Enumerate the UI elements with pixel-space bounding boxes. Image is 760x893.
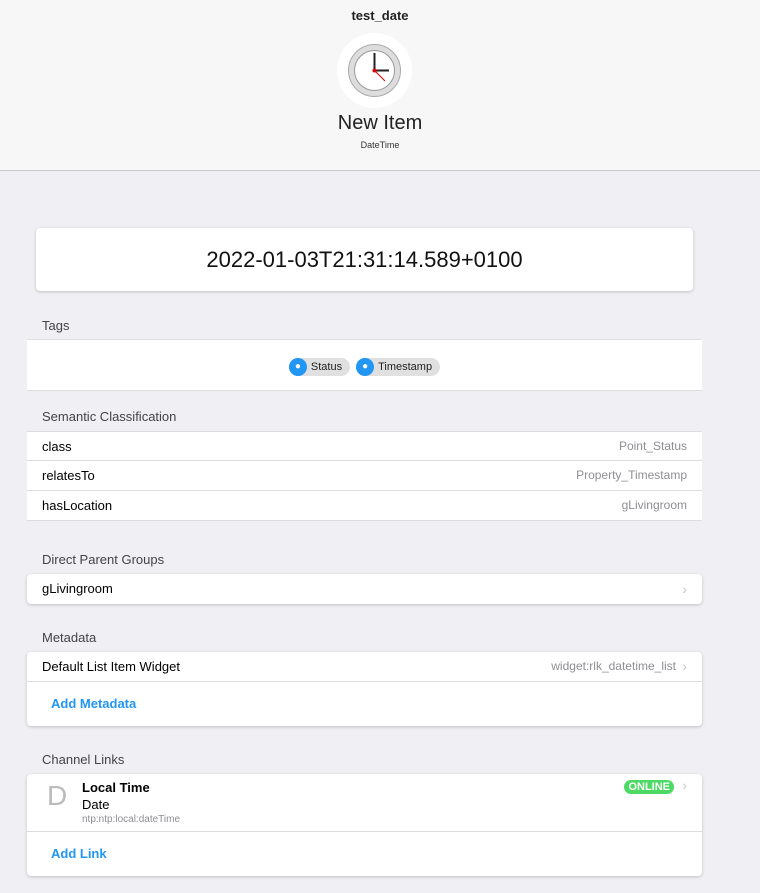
- tag-icon: ●: [356, 357, 375, 376]
- channel-uid: ntp:ntp:local:dateTime: [82, 814, 181, 825]
- channel-title: Local Time: [82, 780, 150, 795]
- semantic-value: Point_Status: [618, 439, 687, 453]
- item-label: New Item: [337, 112, 423, 134]
- parent-group-item[interactable]: gLivingroom ›: [27, 574, 702, 604]
- parents-heading: Direct Parent Groups: [42, 552, 165, 567]
- chevron-right-icon: ›: [682, 581, 687, 597]
- tags-list: ● Status ● Timestamp: [27, 339, 702, 391]
- metadata-heading: Metadata: [42, 630, 97, 645]
- channel-links-card: D Local Time Date ntp:ntp:local:dateTime…: [27, 774, 702, 876]
- chevron-right-icon: ›: [682, 658, 687, 674]
- status-badge: ONLINE: [624, 780, 674, 794]
- semantic-key: class: [42, 439, 72, 454]
- metadata-row[interactable]: Default List Item Widget widget:rlk_datet…: [27, 652, 702, 682]
- parent-group-label: gLivingroom: [42, 581, 113, 596]
- state-card[interactable]: 2022-01-03T21:31:14.589+0100: [36, 228, 693, 291]
- tag-icon: ●: [288, 357, 307, 376]
- semantic-heading: Semantic Classification: [42, 409, 177, 424]
- channel-subtitle: Date: [82, 797, 110, 812]
- semantic-key: relatesTo: [42, 468, 95, 483]
- page-title: test_date: [351, 8, 409, 23]
- tag-label: Status: [310, 360, 343, 373]
- clock-icon: [337, 33, 412, 108]
- semantic-value: Property_Timestamp: [576, 468, 687, 482]
- metadata-key: Default List Item Widget: [42, 659, 180, 674]
- channel-link-item[interactable]: D Local Time Date ntp:ntp:local:dateTime…: [27, 774, 702, 832]
- chevron-right-icon: ›: [682, 777, 687, 793]
- add-link-button[interactable]: Add Link: [51, 846, 107, 861]
- item-header: test_date New Item DateTime: [0, 0, 760, 171]
- metadata-value: widget:rlk_datetime_list: [551, 659, 676, 673]
- semantic-row: class Point_Status: [27, 431, 702, 461]
- semantic-key: hasLocation: [42, 498, 113, 513]
- metadata-card: Default List Item Widget widget:rlk_datet…: [27, 652, 702, 726]
- channel-letter-icon: D: [47, 780, 68, 811]
- tag-chip[interactable]: ● Timestamp: [356, 357, 441, 376]
- item-type: DateTime: [360, 140, 400, 150]
- semantic-row: relatesTo Property_Timestamp: [27, 461, 702, 491]
- semantic-value: gLivingroom: [621, 498, 687, 512]
- tags-heading: Tags: [42, 318, 70, 333]
- tag-chip[interactable]: ● Status: [288, 357, 351, 376]
- tag-label: Timestamp: [378, 360, 433, 373]
- channels-heading: Channel Links: [42, 752, 125, 767]
- semantic-row: hasLocation gLivingroom: [27, 491, 702, 521]
- add-metadata-button[interactable]: Add Metadata: [51, 696, 136, 711]
